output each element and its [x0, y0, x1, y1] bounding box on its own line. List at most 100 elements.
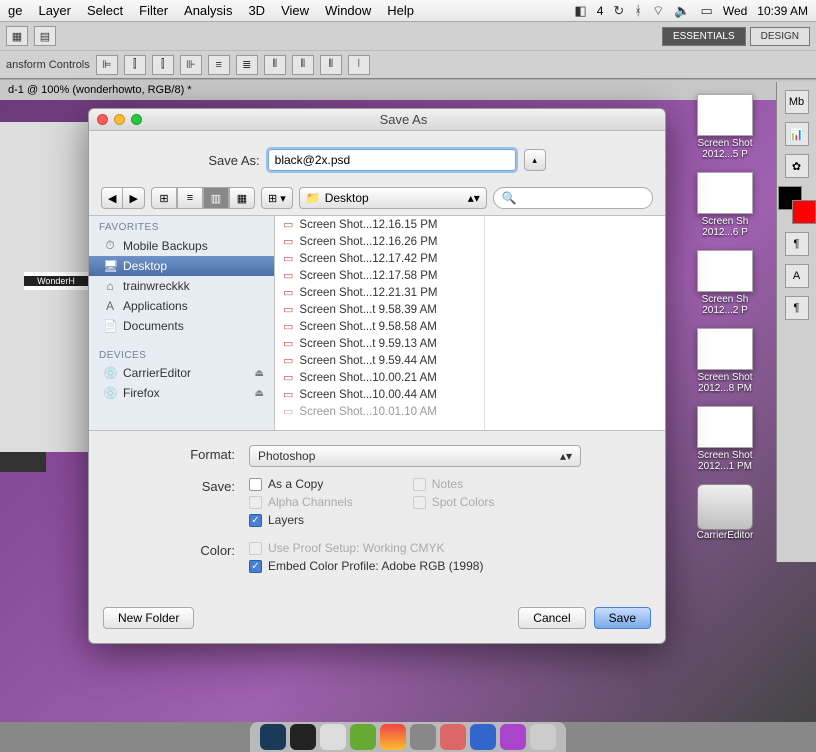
tool-button[interactable]: ▦	[6, 26, 28, 46]
align-button[interactable]: ⊪	[180, 55, 202, 75]
sidebar-item-documents[interactable]: 📄Documents	[89, 316, 274, 336]
format-select[interactable]: Photoshop▴▾	[249, 445, 581, 467]
dock-app[interactable]	[500, 724, 526, 750]
distribute-button[interactable]: ⦀	[292, 55, 314, 75]
sidebar-item-mobile-backups[interactable]: ⏱Mobile Backups	[89, 235, 274, 256]
file-row[interactable]: ▭Screen Shot...12.21.31 PM	[275, 284, 484, 301]
panel-icon[interactable]: A	[785, 264, 809, 288]
align-button[interactable]: ⫿	[124, 55, 146, 75]
sidebar-item-carriereditor[interactable]: 💿CarrierEditor⏏	[89, 363, 274, 383]
file-row[interactable]: ▭Screen Shot...12.16.26 PM	[275, 233, 484, 250]
dock[interactable]	[250, 722, 566, 752]
arrange-button[interactable]: ⊞ ▾	[261, 187, 293, 209]
list-view-button[interactable]: ≡	[177, 187, 203, 209]
panel-icon[interactable]: ¶	[785, 296, 809, 320]
file-row[interactable]: ▭Screen Shot...10.00.21 AM	[275, 369, 484, 386]
desktop-file[interactable]: Screen Shot2012...1 PM	[682, 406, 768, 472]
file-row[interactable]: ▭Screen Shot...10.00.44 AM	[275, 386, 484, 403]
battery-icon[interactable]: ▭	[701, 3, 713, 19]
eject-icon[interactable]: ⏏	[255, 368, 264, 379]
file-row[interactable]: ▭Screen Shot...12.16.15 PM	[275, 216, 484, 233]
dock-app[interactable]	[320, 724, 346, 750]
tool-button[interactable]: ▤	[34, 26, 56, 46]
file-row[interactable]: ▭Screen Shot...t 9.58.39 AM	[275, 301, 484, 318]
dock-app-photoshop[interactable]	[260, 724, 286, 750]
search-input[interactable]: 🔍	[493, 187, 653, 209]
align-button[interactable]: ⊫	[96, 55, 118, 75]
menu-item[interactable]: Filter	[139, 3, 168, 18]
filename-input[interactable]	[268, 149, 516, 171]
search-icon: 🔍	[502, 191, 517, 205]
distribute-button[interactable]: ⦀	[264, 55, 286, 75]
dock-app[interactable]	[530, 724, 556, 750]
dock-app[interactable]	[440, 724, 466, 750]
align-button[interactable]: ⫿	[152, 55, 174, 75]
sidebar-item-home[interactable]: ⌂trainwreckkk	[89, 276, 274, 296]
menu-item[interactable]: ge	[8, 3, 22, 18]
sidebar-item-applications[interactable]: AApplications	[89, 296, 274, 316]
location-select[interactable]: 📁 Desktop ▴▾	[299, 187, 487, 209]
menu-item[interactable]: 3D	[248, 3, 265, 18]
workspace-design[interactable]: DESIGN	[750, 27, 810, 46]
file-row[interactable]: ▭Screen Shot...10.01.10 AM	[275, 403, 484, 420]
desktop-disk[interactable]: CarrierEditor	[682, 484, 768, 541]
file-row[interactable]: ▭Screen Shot...12.17.58 PM	[275, 267, 484, 284]
bluetooth-icon[interactable]: ᚼ	[634, 3, 642, 18]
menu-item[interactable]: View	[281, 3, 309, 18]
desktop-file[interactable]: Screen Sh2012...6 P	[682, 172, 768, 238]
icon-view-button[interactable]: ⊞	[151, 187, 177, 209]
dock-app[interactable]	[410, 724, 436, 750]
clock-time[interactable]: 10:39 AM	[757, 4, 808, 18]
align-button[interactable]: ≡	[208, 55, 230, 75]
minimize-icon[interactable]	[114, 114, 125, 125]
notification-badge[interactable]: 4	[597, 4, 604, 18]
align-button[interactable]: ≣	[236, 55, 258, 75]
file-row[interactable]: ▭Screen Shot...t 9.59.44 AM	[275, 352, 484, 369]
embed-profile-checkbox[interactable]: ✓	[249, 560, 262, 573]
dock-app-chrome[interactable]	[380, 724, 406, 750]
file-column[interactable]: ▭Screen Shot...12.16.15 PM ▭Screen Shot.…	[275, 216, 485, 430]
panel-icon[interactable]: Mb	[785, 90, 809, 114]
menu-item[interactable]: Window	[325, 3, 371, 18]
panel-icon[interactable]: 📊	[785, 122, 809, 146]
back-button[interactable]: ◀	[101, 187, 123, 209]
file-row[interactable]: ▭Screen Shot...12.17.42 PM	[275, 250, 484, 267]
desktop-file[interactable]: Screen Shot2012...8 PM	[682, 328, 768, 394]
zoom-icon[interactable]	[131, 114, 142, 125]
close-icon[interactable]	[97, 114, 108, 125]
dock-app[interactable]	[290, 724, 316, 750]
save-button[interactable]: Save	[594, 607, 651, 629]
eject-icon[interactable]: ⏏	[255, 388, 264, 399]
panel-icon[interactable]: ✿	[785, 154, 809, 178]
layers-checkbox[interactable]: ✓	[249, 514, 262, 527]
new-folder-button[interactable]: New Folder	[103, 607, 194, 629]
menu-item[interactable]: Help	[387, 3, 414, 18]
as-copy-checkbox[interactable]	[249, 478, 262, 491]
menu-item[interactable]: Layer	[38, 3, 71, 18]
volume-icon[interactable]: 🔈	[674, 3, 690, 19]
distribute-button[interactable]: ⦚	[348, 55, 370, 75]
cancel-button[interactable]: Cancel	[518, 607, 585, 629]
desktop-file[interactable]: Screen Shot2012...5 P	[682, 94, 768, 160]
dock-app[interactable]	[470, 724, 496, 750]
file-row[interactable]: ▭Screen Shot...t 9.58.58 AM	[275, 318, 484, 335]
expand-button[interactable]: ▴	[524, 149, 546, 171]
column-view-button[interactable]: ▥	[203, 187, 229, 209]
file-row[interactable]: ▭Screen Shot...t 9.59.13 AM	[275, 335, 484, 352]
dialog-titlebar[interactable]: Save As	[89, 109, 665, 131]
menu-item[interactable]: Select	[87, 3, 123, 18]
sidebar-item-firefox[interactable]: 💿Firefox⏏	[89, 383, 274, 403]
wifi-icon[interactable]: ⌔	[652, 3, 664, 19]
dock-app-spotify[interactable]	[350, 724, 376, 750]
desktop-file[interactable]: Screen Sh2012...2 P	[682, 250, 768, 316]
clock-day[interactable]: Wed	[723, 4, 747, 18]
panel-icon[interactable]: ¶	[785, 232, 809, 256]
timemachine-icon[interactable]: ↻	[613, 3, 624, 19]
color-swatch-icon[interactable]	[778, 186, 816, 224]
sidebar-item-desktop[interactable]: 🖥Desktop	[89, 256, 274, 276]
workspace-essentials[interactable]: ESSENTIALS	[662, 27, 746, 46]
coverflow-view-button[interactable]: ▦	[229, 187, 255, 209]
forward-button[interactable]: ▶	[123, 187, 144, 209]
menu-item[interactable]: Analysis	[184, 3, 232, 18]
distribute-button[interactable]: ⦀	[320, 55, 342, 75]
